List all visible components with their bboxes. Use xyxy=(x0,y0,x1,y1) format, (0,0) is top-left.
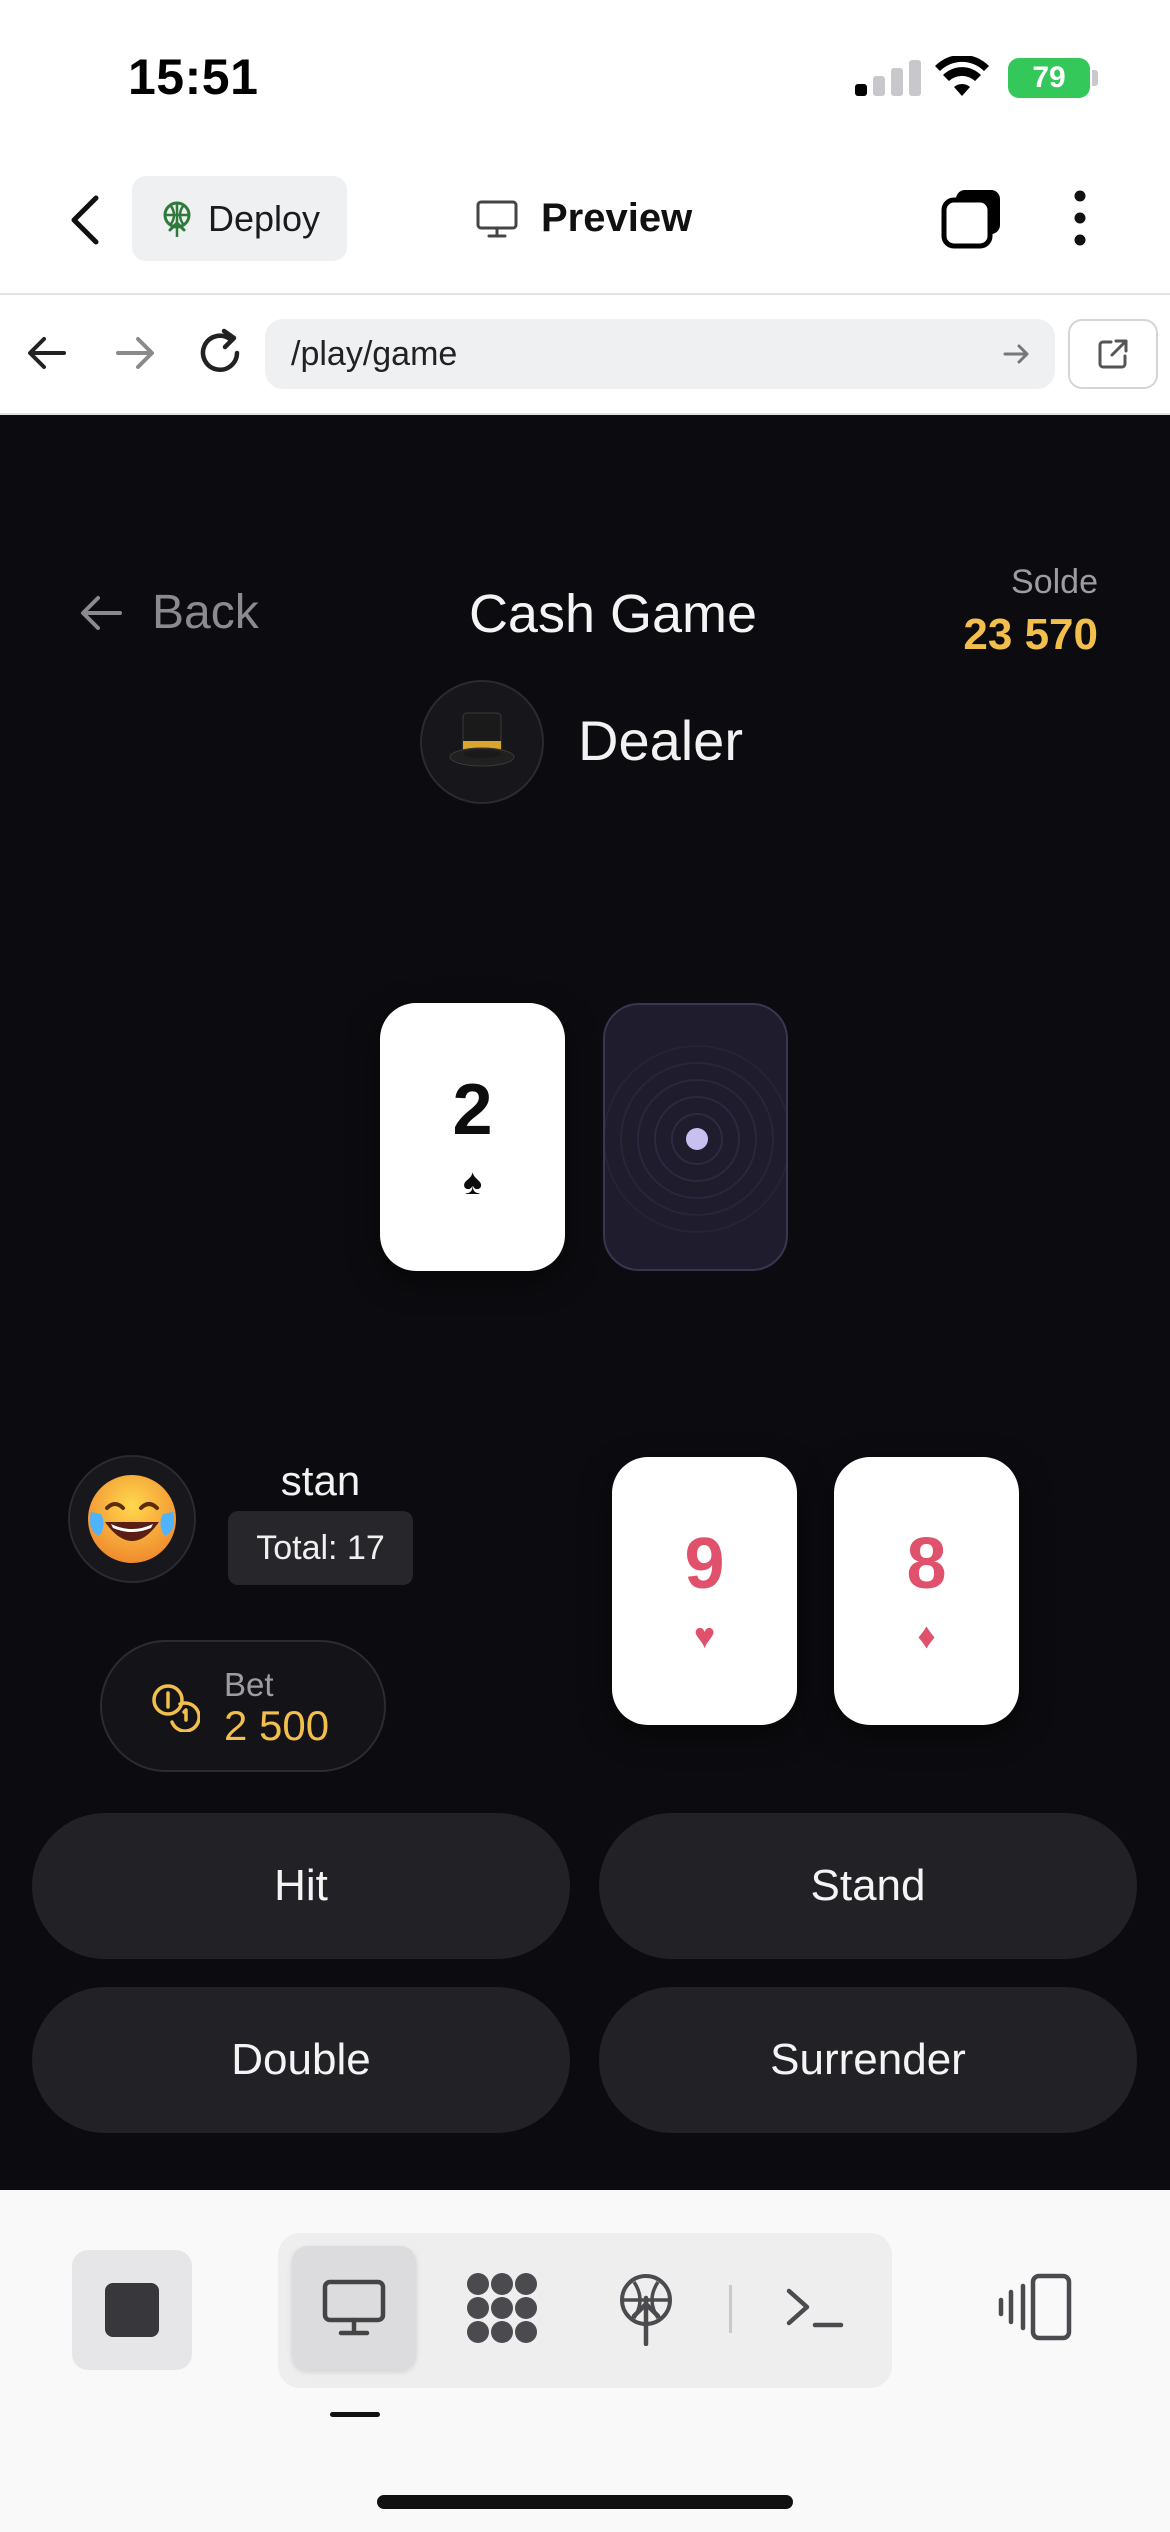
terminal-button[interactable] xyxy=(753,2246,877,2370)
app-bar: Deploy Preview xyxy=(0,150,1170,295)
balance-label: Solde xyxy=(1011,563,1098,601)
player-name: stan xyxy=(280,1457,361,1504)
surrender-button[interactable]: Surrender xyxy=(599,1987,1137,2133)
preview-label: Preview xyxy=(541,196,693,240)
hit-button[interactable]: Hit xyxy=(32,1813,570,1959)
toolbar-divider xyxy=(729,2285,732,2333)
home-indicator[interactable] xyxy=(377,2495,793,2509)
battery-icon: 79 xyxy=(1008,58,1090,98)
reload-icon[interactable] xyxy=(190,323,250,383)
deploy-mode-button[interactable] xyxy=(584,2246,708,2370)
wifi-icon xyxy=(935,56,989,96)
url-bar: /play/game xyxy=(0,295,1170,415)
card-suit: ♥ xyxy=(693,1615,716,1656)
deploy-label: Deploy xyxy=(208,197,321,239)
go-arrow-icon[interactable] xyxy=(999,337,1033,371)
bet-label: Bet xyxy=(224,1666,274,1703)
player-card: 8 ♦ xyxy=(834,1457,1019,1725)
bet-display: Bet 2 500 xyxy=(100,1640,386,1772)
battery-level: 79 xyxy=(1032,61,1066,94)
pattern-grid-button[interactable] xyxy=(440,2246,564,2370)
dealer-avatar xyxy=(420,680,544,804)
bet-value: 2 500 xyxy=(224,1702,330,1749)
card-back-pattern xyxy=(605,1045,786,1233)
browser-forward-icon[interactable] xyxy=(106,325,162,381)
balance-value: 23 570 xyxy=(963,610,1098,659)
url-text: /play/game xyxy=(291,334,458,373)
desktop-preview-icon xyxy=(322,2279,386,2336)
card-suit: ♠ xyxy=(462,1161,483,1202)
game-area: Back Cash Game Solde 23 570 Dealer 2 ♠ s… xyxy=(0,415,1170,2190)
battery-tip xyxy=(1092,70,1098,86)
open-external-button[interactable] xyxy=(1068,319,1158,389)
active-mode-indicator xyxy=(330,2412,380,2417)
devices-icon[interactable] xyxy=(995,2272,1075,2342)
monitor-icon xyxy=(476,200,518,237)
stop-button[interactable] xyxy=(72,2250,192,2370)
terminal-icon xyxy=(786,2288,844,2328)
back-chevron-icon[interactable] xyxy=(62,190,110,250)
bottom-toolbar xyxy=(0,2190,1170,2532)
pattern-grid-icon xyxy=(467,2273,537,2343)
status-bar: 15:51 79 xyxy=(0,0,1170,150)
preview-tab[interactable]: Preview xyxy=(475,176,692,261)
url-input[interactable]: /play/game xyxy=(265,319,1055,389)
deploy-icon xyxy=(620,2274,672,2346)
coins-icon xyxy=(152,1684,200,1732)
stop-icon xyxy=(105,2283,159,2337)
desktop-preview-button[interactable] xyxy=(292,2246,416,2370)
card-suit: ♦ xyxy=(917,1615,936,1656)
more-options-icon[interactable] xyxy=(1060,186,1100,250)
player-total-badge: Total: 17 xyxy=(228,1511,413,1585)
dealer-card-face-down xyxy=(603,1003,788,1271)
deploy-button[interactable]: Deploy xyxy=(132,176,347,261)
double-button[interactable]: Double xyxy=(32,1987,570,2133)
player-card: 9 ♥ xyxy=(612,1457,797,1725)
stand-button[interactable]: Stand xyxy=(599,1813,1137,1959)
mode-switcher xyxy=(278,2233,892,2388)
card-rank: 8 xyxy=(906,1524,947,1604)
top-hat-icon xyxy=(449,712,515,767)
dealer-card: 2 ♠ xyxy=(380,1003,565,1271)
player-avatar xyxy=(68,1455,196,1583)
browser-back-icon[interactable] xyxy=(20,325,76,381)
deploy-icon xyxy=(163,201,191,237)
cellular-signal-icon xyxy=(855,60,921,96)
status-time: 15:51 xyxy=(128,49,259,105)
card-rank: 9 xyxy=(684,1524,725,1604)
card-rank: 2 xyxy=(452,1070,493,1150)
tabs-icon[interactable] xyxy=(940,186,1004,250)
dealer-name: Dealer xyxy=(578,709,743,772)
external-link-icon xyxy=(1098,339,1128,369)
laughing-face-icon xyxy=(88,1475,176,1563)
